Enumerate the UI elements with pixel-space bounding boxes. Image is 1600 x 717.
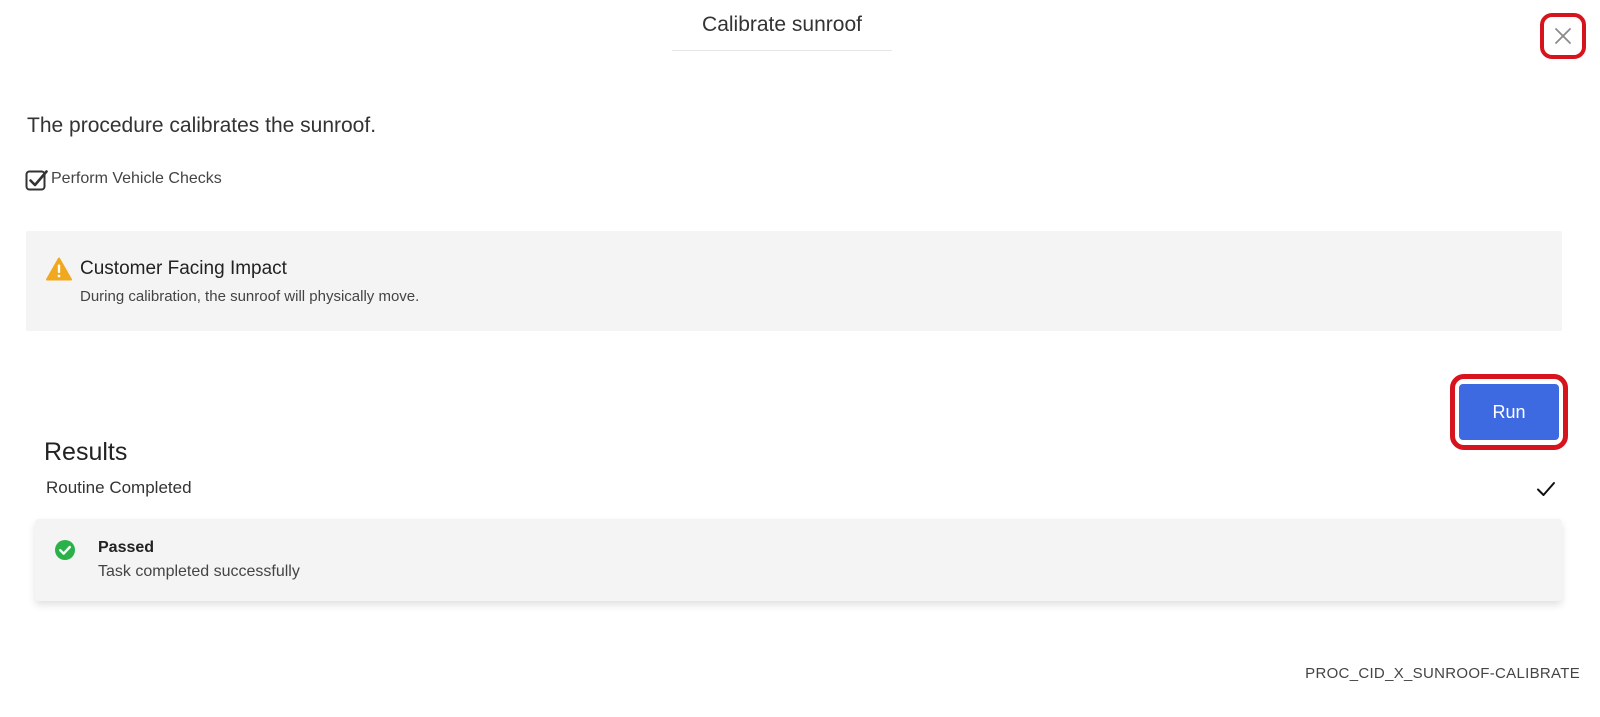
close-icon xyxy=(1555,28,1571,44)
procedure-description: The procedure calibrates the sunroof. xyxy=(27,114,377,137)
vehicle-checks-label: Perform Vehicle Checks xyxy=(51,170,222,187)
routine-label: Routine Completed xyxy=(46,478,192,497)
status-title: Passed xyxy=(98,539,155,556)
result-card: Passed Task completed successfully xyxy=(35,519,1562,601)
customer-impact-panel: Customer Facing Impact During calibratio… xyxy=(26,231,1562,331)
impact-text: During calibration, the sunroof will phy… xyxy=(80,288,420,305)
close-button[interactable] xyxy=(1540,13,1586,59)
page-title: Calibrate sunroof xyxy=(672,12,892,51)
warning-icon xyxy=(46,257,72,281)
impact-title: Customer Facing Impact xyxy=(80,258,287,279)
perform-vehicle-checks-checkbox[interactable]: Perform Vehicle Checks xyxy=(25,168,222,191)
run-button[interactable]: Run xyxy=(1459,384,1559,440)
results-heading: Results xyxy=(44,438,128,466)
status-text: Task completed successfully xyxy=(98,563,300,580)
routine-status-row: Routine Completed xyxy=(46,478,1556,502)
procedure-code: PROC_CID_X_SUNROOF-CALIBRATE xyxy=(1305,665,1580,682)
calibration-dialog: Calibrate sunroof The procedure calibrat… xyxy=(0,0,1600,717)
success-check-icon xyxy=(55,540,75,560)
checkbox-checked-icon xyxy=(25,168,48,191)
run-button-highlight: Run xyxy=(1450,374,1568,450)
checkmark-icon xyxy=(1537,482,1555,496)
